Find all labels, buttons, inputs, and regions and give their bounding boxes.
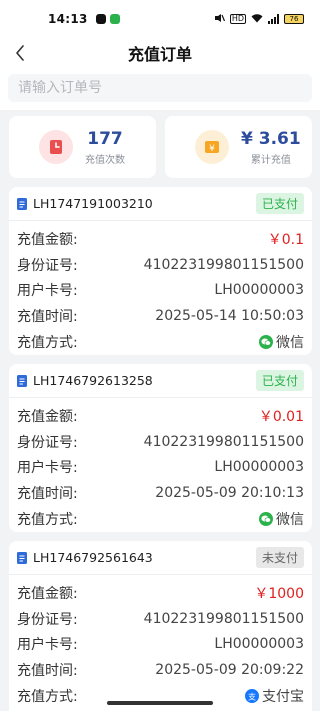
card-no-value: LH00000003 (214, 636, 304, 653)
id-card-label: 身份证号: (17, 434, 78, 451)
amount-label: 充值金额: (17, 585, 78, 602)
id-card-value: 410223199801151500 (143, 610, 304, 627)
stat-card-count: 177 充值次数 (9, 116, 156, 178)
method-value: 支 支付宝 (245, 686, 304, 706)
status-badge: 未支付 (255, 547, 304, 568)
document-icon (17, 374, 27, 387)
svg-text:¥: ¥ (209, 144, 215, 154)
recharge-total-label: 累计充值 (250, 154, 291, 166)
svg-text:支: 支 (248, 691, 256, 701)
order-number: LH1747191003210 (33, 196, 153, 211)
order-card[interactable]: LH1746792613258 已支付 充值金额: ￥0.01 身份证号: 4102… (9, 364, 312, 532)
card-no-label: 用户卡号: (17, 460, 78, 477)
search-bar (0, 68, 320, 110)
status-time: 14:13 (48, 12, 88, 26)
time-label: 充值时间: (17, 485, 78, 502)
document-icon (17, 197, 27, 210)
time-value: 2025-05-09 20:10:13 (155, 484, 304, 501)
time-label: 充值时间: (17, 308, 78, 325)
recharge-total-value: ¥ 3.61 (241, 128, 301, 149)
card-no-value: LH00000003 (214, 459, 304, 476)
page-title: 充值订单 (127, 45, 192, 64)
id-card-label: 身份证号: (17, 611, 78, 628)
search-input[interactable] (8, 74, 312, 102)
back-button[interactable] (8, 40, 32, 66)
order-header: LH1746792561643 未支付 (9, 541, 312, 575)
order-header: LH1747191003210 已支付 (9, 187, 312, 221)
time-value: 2025-05-14 10:50:03 (155, 307, 304, 324)
id-card-value: 410223199801151500 (143, 256, 304, 273)
amount-label: 充值金额: (17, 231, 78, 248)
tiktok-icon (95, 14, 106, 24)
order-card[interactable]: LH1746792561643 未支付 充值金额: ￥1000 身份证号: 4102… (9, 541, 312, 711)
chevron-left-icon (16, 45, 24, 61)
method-text: 微信 (276, 334, 304, 351)
card-no-label: 用户卡号: (17, 637, 78, 654)
status-badge: 已支付 (255, 193, 304, 214)
history-icon (39, 130, 73, 164)
order-header: LH1746792613258 已支付 (9, 364, 312, 398)
amount-value: ￥0.01 (258, 408, 304, 425)
time-value: 2025-05-09 20:09:22 (155, 661, 304, 678)
message-icon (109, 14, 120, 24)
yuan-icon: ¥ (195, 130, 229, 164)
document-icon (17, 551, 27, 564)
home-indicator[interactable] (107, 701, 213, 705)
wifi-icon (251, 13, 263, 26)
stat-card-total: ¥ ¥ 3.61 累计充值 (165, 116, 312, 178)
method-label: 充值方式: (17, 334, 78, 351)
alipay-icon: 支 (245, 688, 259, 703)
time-label: 充值时间: (17, 662, 78, 679)
wechat-icon (259, 334, 273, 349)
method-value: 微信 (259, 509, 304, 529)
recharge-count-label: 充值次数 (85, 154, 125, 166)
status-badge: 已支付 (255, 370, 304, 391)
wechat-icon (259, 511, 273, 526)
card-no-label: 用户卡号: (17, 283, 78, 300)
mute-icon (214, 13, 225, 26)
amount-value: ￥1000 (254, 585, 304, 602)
signal-icon (268, 14, 279, 24)
system-status: HD 76 (214, 13, 304, 26)
notification-icons (95, 14, 120, 24)
amount-value: ￥0.1 (267, 231, 304, 248)
id-card-value: 410223199801151500 (143, 433, 304, 450)
status-bar: 14:13 HD 76 (0, 0, 320, 38)
amount-label: 充值金额: (17, 408, 78, 425)
method-value: 微信 (259, 332, 304, 352)
method-label: 充值方式: (17, 511, 78, 528)
recharge-count-value: 177 (87, 128, 123, 149)
battery-icon: 76 (284, 14, 304, 24)
nav-bar: 充值订单 (0, 38, 320, 68)
order-number: LH1746792613258 (33, 373, 153, 388)
hd-icon: HD (229, 14, 246, 24)
method-label: 充值方式: (17, 688, 78, 705)
stats-row: 177 充值次数 ¥ ¥ 3.61 累计充值 (9, 116, 312, 178)
order-number: LH1746792561643 (33, 550, 153, 565)
id-card-label: 身份证号: (17, 257, 78, 274)
order-card[interactable]: LH1747191003210 已支付 充值金额: ￥0.1 身份证号: 41022… (9, 187, 312, 355)
method-text: 微信 (276, 511, 304, 528)
method-text: 支付宝 (262, 688, 304, 705)
card-no-value: LH00000003 (214, 282, 304, 299)
